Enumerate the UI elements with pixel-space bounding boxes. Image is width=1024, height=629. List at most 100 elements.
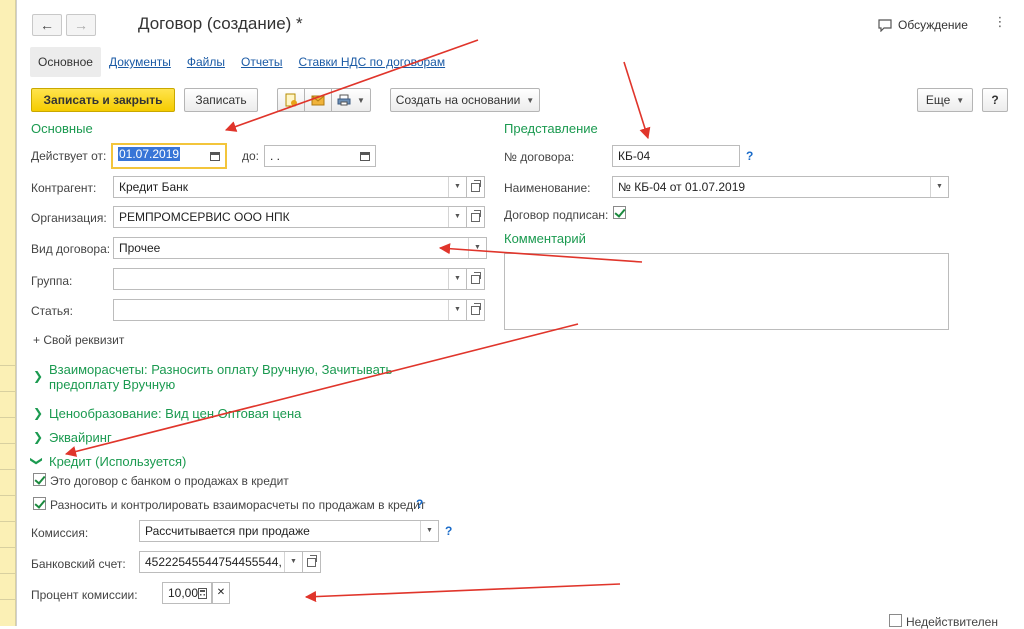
- discussion-label: Обсуждение: [898, 18, 968, 32]
- contract-name-label: Наименование:: [504, 181, 591, 195]
- group-field[interactable]: ▼: [113, 268, 467, 290]
- create-based-on-button[interactable]: Создать на основании ▼: [390, 88, 540, 112]
- chevron-down-icon[interactable]: ❯: [30, 456, 44, 466]
- arrow-left-icon: ←: [40, 17, 54, 33]
- contract-name-field[interactable]: № КБ-04 от 01.07.2019 ▼: [612, 176, 949, 198]
- close-icon: ✕: [216, 587, 226, 598]
- chevron-down-icon: ▼: [956, 95, 965, 105]
- bank-account-field[interactable]: 45222545544754455544, в ▼: [139, 551, 303, 573]
- counterparty-field[interactable]: Кредит Банк ▼: [113, 176, 467, 198]
- group-pricing[interactable]: Ценообразование: Вид цен Оптовая цена: [49, 406, 301, 421]
- calendar-button[interactable]: [355, 146, 375, 166]
- chevron-down-icon[interactable]: ▼: [420, 521, 438, 541]
- contract-signed-checkbox[interactable]: [613, 206, 626, 219]
- forward-button[interactable]: →: [66, 14, 96, 36]
- chevron-down-icon[interactable]: ▼: [448, 269, 466, 289]
- mail-button[interactable]: [304, 88, 332, 112]
- chevron-down-icon: ▼: [357, 95, 365, 105]
- group-label: Группа:: [31, 274, 73, 288]
- open-link-icon: [471, 271, 481, 284]
- group-acquiring[interactable]: Эквайринг: [49, 430, 112, 445]
- invalid-checkbox[interactable]: [889, 614, 902, 627]
- distribute-checkbox[interactable]: [33, 497, 46, 510]
- chevron-down-icon[interactable]: ▼: [468, 238, 486, 258]
- open-organization-button[interactable]: [467, 206, 485, 228]
- article-field[interactable]: ▼: [113, 299, 467, 321]
- chevron-down-icon: ▼: [526, 95, 535, 105]
- valid-to-label: до:: [242, 149, 260, 163]
- open-counterparty-button[interactable]: [467, 176, 485, 198]
- chevron-right-icon[interactable]: ❯: [33, 406, 43, 420]
- contract-number-field[interactable]: КБ-04: [612, 145, 740, 167]
- document-copy-button[interactable]: [277, 88, 305, 112]
- more-vert-icon[interactable]: ⋮: [992, 14, 1008, 32]
- save-close-button[interactable]: Записать и закрыть: [31, 88, 175, 112]
- question-icon[interactable]: ?: [416, 497, 423, 511]
- calendar-icon: [210, 151, 220, 161]
- valid-to-field[interactable]: . .: [264, 145, 376, 167]
- print-menu-button[interactable]: ▼: [331, 88, 371, 112]
- tab-vat-rates[interactable]: Ставки НДС по договорам: [290, 47, 453, 77]
- calculator-button[interactable]: [193, 583, 211, 603]
- question-icon[interactable]: ?: [746, 149, 753, 163]
- bank-contract-label: Это договор с банком о продажах в кредит: [50, 474, 289, 488]
- more-button[interactable]: Еще ▼: [917, 88, 973, 112]
- valid-from-label: Действует от:: [31, 149, 107, 163]
- chevron-down-icon[interactable]: ▼: [284, 552, 302, 572]
- group-settlements[interactable]: Взаиморасчеты: Разносить оплату Вручную,…: [49, 362, 409, 392]
- chevron-down-icon[interactable]: ▼: [448, 207, 466, 227]
- distribute-label: Разносить и контролировать взаиморасчеты…: [50, 498, 426, 512]
- question-icon[interactable]: ?: [445, 524, 452, 538]
- valid-from-value: 01.07.2019: [118, 147, 181, 161]
- chevron-right-icon[interactable]: ❯: [33, 369, 43, 383]
- counterparty-value: Кредит Банк: [119, 180, 189, 194]
- contract-signed-label: Договор подписан:: [504, 208, 609, 222]
- tab-main[interactable]: Основное: [30, 47, 101, 77]
- tab-documents[interactable]: Документы: [101, 47, 179, 77]
- page-title: Договор (создание) *: [138, 14, 303, 33]
- section-presentation-title: Представление: [504, 121, 598, 136]
- organization-label: Организация:: [31, 211, 107, 225]
- contract-type-value: Прочее: [119, 241, 161, 255]
- clear-percent-button[interactable]: ✕: [212, 582, 230, 604]
- organization-field[interactable]: РЕМПРОМСЕРВИС ООО НПК ▼: [113, 206, 467, 228]
- back-button[interactable]: ←: [32, 14, 62, 36]
- calendar-button[interactable]: [205, 145, 225, 167]
- window-border: [16, 0, 17, 626]
- commission-percent-field[interactable]: 10,00: [162, 582, 212, 604]
- discussion-button[interactable]: Обсуждение: [878, 18, 968, 32]
- open-link-icon: [471, 209, 481, 222]
- commission-value: Рассчитывается при продаже: [145, 524, 310, 538]
- valid-from-field[interactable]: 01.07.2019: [111, 143, 227, 169]
- chevron-right-icon[interactable]: ❯: [33, 430, 43, 444]
- annotation-arrow: [304, 583, 621, 603]
- save-button[interactable]: Записать: [184, 88, 258, 112]
- create-based-on-label: Создать на основании: [395, 93, 521, 107]
- tab-files[interactable]: Файлы: [179, 47, 233, 77]
- custom-attribute-link[interactable]: + Свой реквизит: [33, 333, 124, 347]
- invalid-label: Недействителен: [906, 615, 998, 629]
- open-link-icon: [307, 554, 317, 567]
- open-article-button[interactable]: [467, 299, 485, 321]
- chevron-down-icon[interactable]: ▼: [448, 300, 466, 320]
- chevron-down-icon[interactable]: ▼: [448, 177, 466, 197]
- bank-contract-checkbox[interactable]: [33, 473, 46, 486]
- open-bank-account-button[interactable]: [303, 551, 321, 573]
- left-panel-strip: [0, 0, 16, 626]
- tab-bar: Основное Документы Файлы Отчеты Ставки Н…: [30, 47, 453, 77]
- section-main-title: Основные: [31, 121, 93, 136]
- document-icon: [285, 93, 297, 107]
- group-credit[interactable]: Кредит (Используется): [49, 454, 186, 469]
- contract-type-field[interactable]: Прочее ▼: [113, 237, 487, 259]
- bank-account-value: 45222545544754455544, в: [145, 555, 292, 569]
- open-group-button[interactable]: [467, 268, 485, 290]
- printer-icon: [337, 94, 351, 106]
- commission-field[interactable]: Рассчитывается при продаже ▼: [139, 520, 439, 542]
- tab-reports[interactable]: Отчеты: [233, 47, 290, 77]
- bank-account-label: Банковский счет:: [31, 557, 126, 571]
- open-link-icon: [471, 179, 481, 192]
- open-link-icon: [471, 302, 481, 315]
- help-button[interactable]: ?: [982, 88, 1008, 112]
- comment-textarea[interactable]: [504, 253, 949, 330]
- chevron-down-icon[interactable]: ▼: [930, 177, 948, 197]
